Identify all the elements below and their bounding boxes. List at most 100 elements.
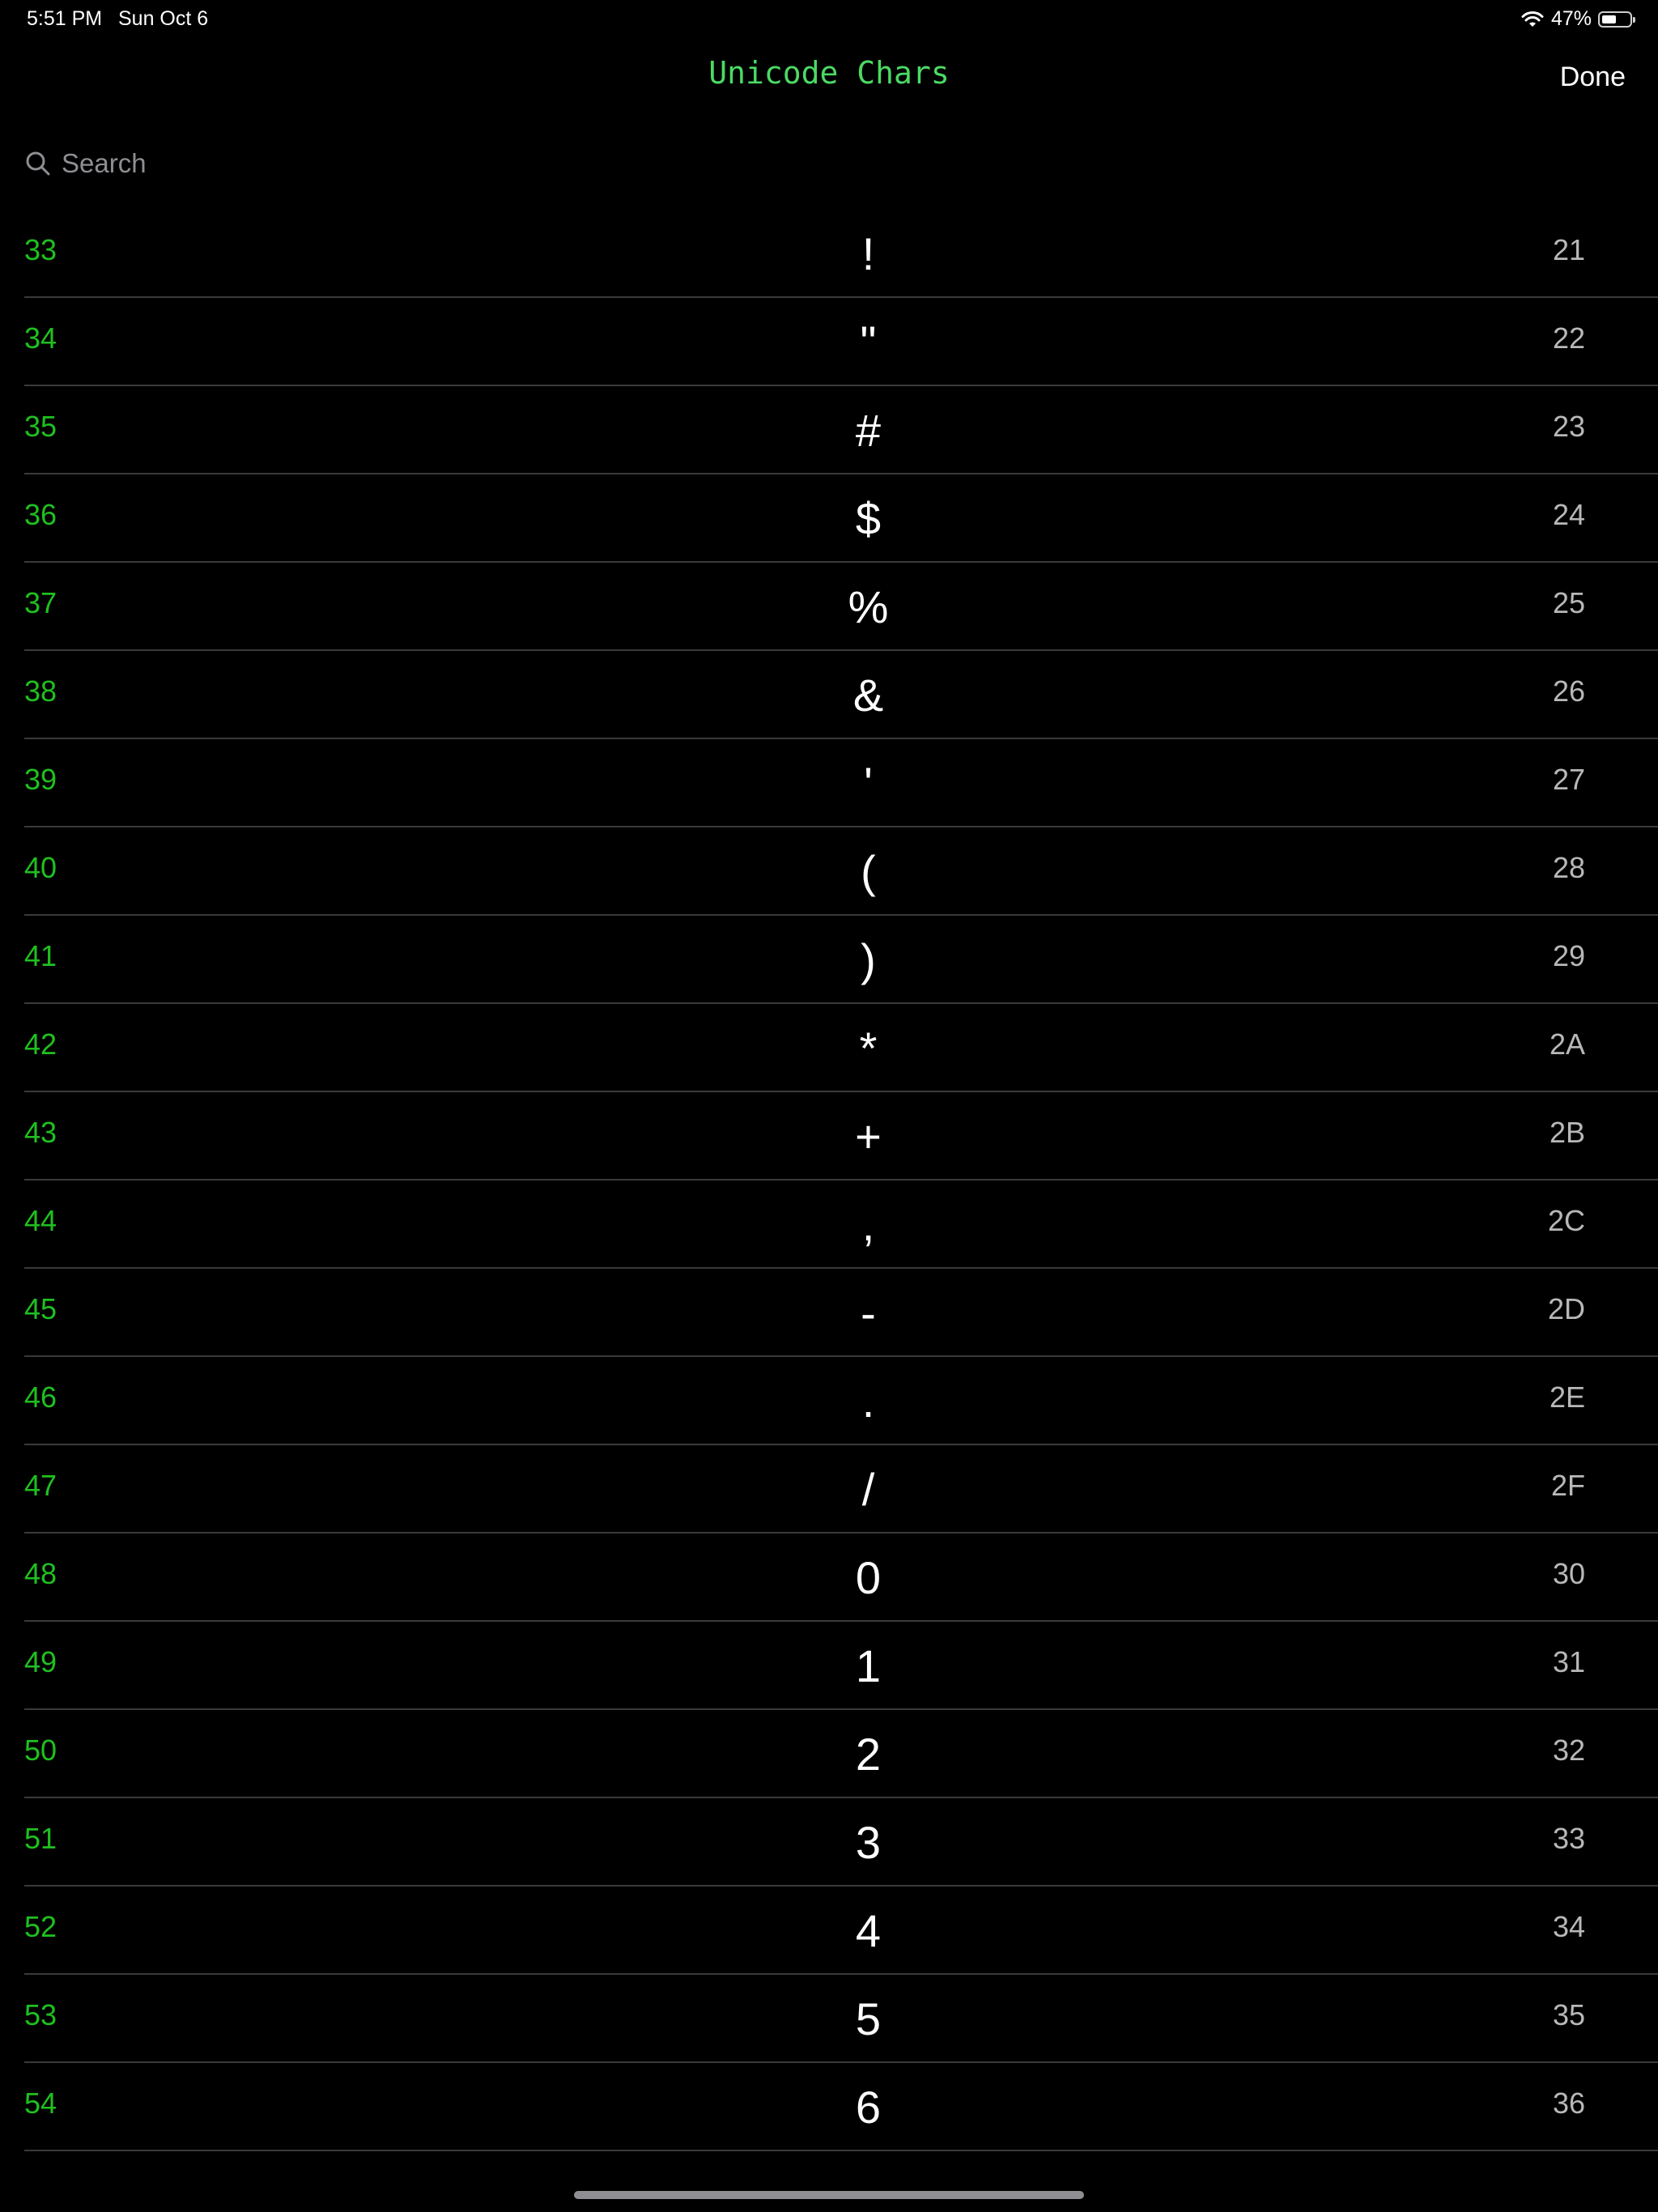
table-row[interactable]: 43 +2B — [24, 1092, 1658, 1180]
character-glyph: 6 — [855, 2082, 882, 2133]
character-glyph: 0 — [855, 1552, 882, 1603]
status-time: 5:51 PM — [27, 7, 103, 30]
hex-code: 24 — [1552, 498, 1585, 531]
character-glyph: ( — [861, 846, 876, 897]
hex-code: 26 — [1552, 674, 1585, 708]
hex-code: 30 — [1552, 1557, 1585, 1590]
decimal-code: 53 — [24, 1998, 57, 2031]
character-glyph: * — [859, 1023, 878, 1074]
hex-code: 28 — [1552, 851, 1585, 884]
table-row[interactable]: 42 * 2A — [24, 1004, 1658, 1092]
table-row[interactable]: 47 / 2F — [24, 1445, 1658, 1534]
decimal-code: 36 — [24, 498, 57, 531]
battery-icon — [1598, 11, 1635, 28]
hex-code: 29 — [1552, 939, 1585, 972]
decimal-code: 50 — [24, 1733, 57, 1767]
decimal-code: 54 — [24, 2087, 57, 2120]
wifi-icon — [1521, 11, 1544, 27]
decimal-code: 47 — [24, 1469, 57, 1502]
table-row[interactable]: 54 6 36 — [24, 2063, 1658, 2151]
search-bar[interactable] — [24, 143, 549, 185]
table-row[interactable]: 41) 29 — [24, 916, 1658, 1004]
character-glyph: " — [860, 317, 877, 368]
decimal-code: 49 — [24, 1645, 57, 1678]
character-glyph: ) — [861, 934, 876, 985]
table-row[interactable]: 50 2 32 — [24, 1710, 1658, 1798]
hex-code: 2E — [1549, 1380, 1585, 1414]
hex-code: 27 — [1552, 763, 1585, 796]
character-glyph: , — [861, 1199, 875, 1250]
character-glyph: 5 — [855, 1993, 882, 2044]
decimal-code: 40 — [24, 851, 57, 884]
decimal-code: 44 — [24, 1204, 57, 1237]
table-row[interactable]: 49 1 31 — [24, 1622, 1658, 1710]
table-row[interactable]: 51 3 33 — [24, 1798, 1658, 1887]
hex-code: 31 — [1552, 1645, 1585, 1678]
battery-fill — [1602, 15, 1616, 23]
character-glyph: 1 — [855, 1640, 882, 1691]
hex-code: 2A — [1549, 1027, 1585, 1061]
table-row[interactable]: 38 & 26 — [24, 651, 1658, 739]
decimal-code: 43 — [24, 1116, 57, 1149]
table-row[interactable]: 53 5 35 — [24, 1975, 1658, 2063]
decimal-code: 45 — [24, 1292, 57, 1325]
hex-code: 33 — [1552, 1822, 1585, 1855]
decimal-code: 41 — [24, 939, 57, 972]
search-input[interactable] — [60, 147, 549, 180]
character-glyph: - — [861, 1287, 876, 1338]
hex-code: 21 — [1552, 233, 1585, 266]
hex-code: 2D — [1547, 1292, 1585, 1325]
character-glyph: 2 — [855, 1729, 882, 1780]
decimal-code: 51 — [24, 1822, 57, 1855]
hex-code: 32 — [1552, 1733, 1585, 1767]
table-row[interactable]: 39 ' 27 — [24, 739, 1658, 827]
hex-code: 25 — [1552, 586, 1585, 619]
hex-code: 35 — [1552, 1998, 1585, 2031]
character-glyph: ! — [861, 228, 875, 279]
page-title: Unicode Chars — [708, 55, 950, 91]
table-row[interactable]: 44, 2C — [24, 1180, 1658, 1269]
hex-code: 2F — [1550, 1469, 1585, 1502]
battery-percent: 47% — [1550, 7, 1592, 30]
hex-code: 34 — [1552, 1910, 1585, 1943]
table-row[interactable]: 35 #23 — [24, 386, 1658, 474]
character-glyph: & — [852, 670, 884, 721]
table-row[interactable]: 36 $24 — [24, 474, 1658, 563]
character-glyph: 3 — [855, 1817, 882, 1868]
decimal-code: 34 — [24, 321, 57, 355]
table-row[interactable]: 46. 2E — [24, 1357, 1658, 1445]
character-glyph: % — [848, 581, 889, 632]
character-glyph: . — [861, 1376, 875, 1427]
character-glyph: / — [861, 1464, 875, 1515]
table-row[interactable]: 52 4 34 — [24, 1887, 1658, 1975]
battery-nub — [1633, 16, 1635, 23]
decimal-code: 37 — [24, 586, 57, 619]
decimal-code: 52 — [24, 1910, 57, 1943]
decimal-code: 48 — [24, 1557, 57, 1590]
hex-code: 23 — [1552, 410, 1585, 443]
table-row[interactable]: 37% 25 — [24, 563, 1658, 651]
table-row[interactable]: 45 - 2D — [24, 1269, 1658, 1357]
character-glyph: $ — [855, 493, 882, 544]
character-glyph: + — [855, 1111, 882, 1162]
hex-code: 2B — [1549, 1116, 1585, 1149]
hex-code: 2C — [1547, 1204, 1585, 1237]
search-icon — [26, 151, 50, 176]
done-button[interactable]: Done — [1560, 62, 1626, 93]
status-bar: 5:51 PM Sun Oct 6 47% — [0, 0, 1658, 39]
decimal-code: 39 — [24, 763, 57, 796]
unicode-char-list: 33! 21 34 " 22 35 #23 36 $24 37% 25 38 & 26 39 ' 27 40(28… — [24, 210, 1658, 2151]
decimal-code: 42 — [24, 1027, 57, 1061]
status-right: 47% — [1520, 7, 1635, 31]
table-row[interactable]: 40 (28 — [24, 827, 1658, 916]
table-row[interactable]: 34 " 22 — [24, 298, 1658, 386]
hex-code: 22 — [1552, 321, 1585, 355]
table-row[interactable]: 33! 21 — [24, 210, 1658, 298]
status-date: Sun Oct 6 — [118, 7, 209, 30]
decimal-code: 33 — [24, 233, 57, 266]
decimal-code: 46 — [24, 1380, 57, 1414]
home-indicator[interactable] — [574, 2191, 1084, 2199]
character-glyph: ' — [864, 758, 873, 809]
table-row[interactable]: 48 0 30 — [24, 1534, 1658, 1622]
decimal-code: 35 — [24, 410, 57, 443]
